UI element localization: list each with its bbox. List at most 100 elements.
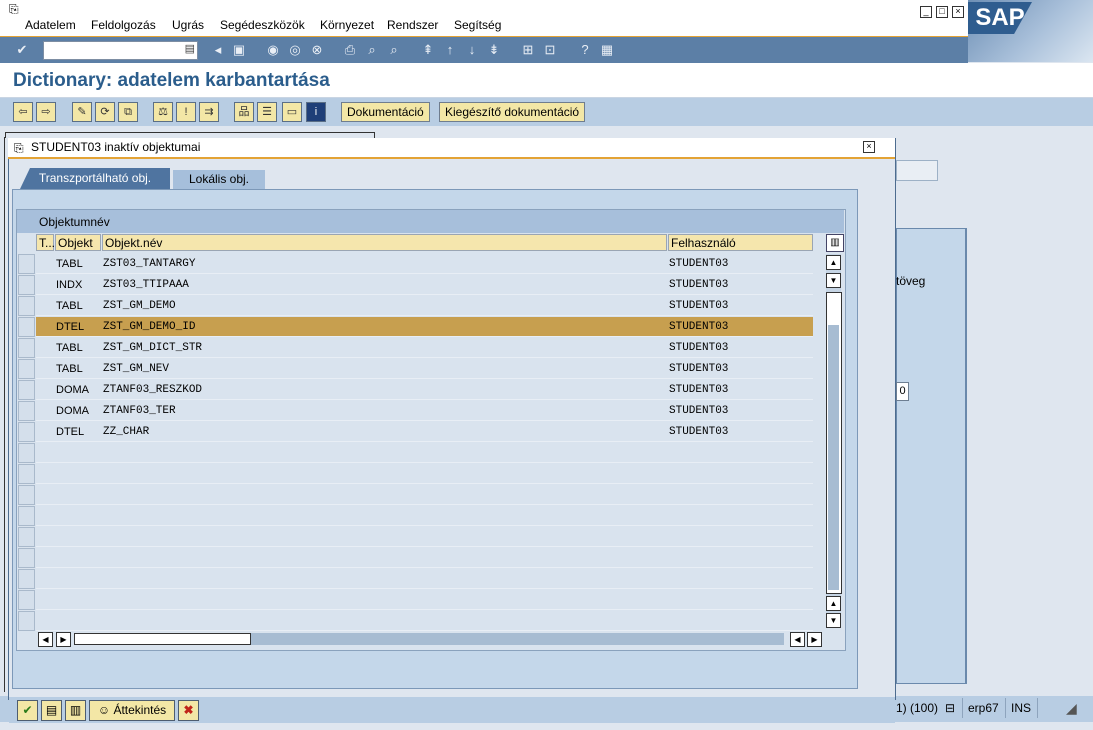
first-page-icon[interactable]: ⇞ bbox=[420, 42, 436, 58]
maximize-icon[interactable]: □ bbox=[936, 6, 948, 18]
new-session-icon[interactable]: ⊞ bbox=[520, 42, 536, 58]
vertical-scroll-track[interactable] bbox=[828, 325, 839, 590]
supplementary-documentation-button[interactable]: Kiegészítő dokumentáció bbox=[439, 102, 586, 122]
background-small-field[interactable]: 0 bbox=[896, 382, 909, 401]
menu-ugras[interactable]: Ugrás bbox=[172, 18, 204, 32]
activate-icon[interactable]: ! bbox=[176, 102, 196, 122]
back-arrow-icon[interactable]: ⇦ bbox=[13, 102, 33, 122]
row-selector[interactable] bbox=[18, 590, 35, 610]
previous-page-icon[interactable]: ↑ bbox=[442, 42, 458, 58]
save-icon[interactable]: ▣ bbox=[231, 42, 247, 58]
documentation-button[interactable]: Dokumentáció bbox=[341, 102, 430, 122]
row-selector[interactable] bbox=[18, 443, 35, 463]
row-selector[interactable] bbox=[18, 317, 35, 337]
command-field-dropdown-icon[interactable]: ▤ bbox=[185, 42, 195, 55]
table-row bbox=[36, 485, 813, 505]
scroll-right-icon[interactable]: ▶ bbox=[807, 632, 822, 647]
where-used-icon[interactable]: ⇉ bbox=[199, 102, 219, 122]
back-icon[interactable]: ◉ bbox=[265, 42, 281, 58]
help-icon[interactable]: ? bbox=[577, 42, 593, 58]
tab-local[interactable]: Lokális obj. bbox=[173, 170, 265, 189]
check-icon[interactable]: ⚖ bbox=[153, 102, 173, 122]
back-arrow-icon[interactable]: ◂ bbox=[210, 42, 226, 58]
cell-object-name: ZST_GM_DEMO bbox=[103, 300, 176, 312]
scroll-down-icon[interactable]: ▼ bbox=[826, 613, 841, 628]
dialog-close-icon[interactable]: × bbox=[863, 141, 875, 153]
close-icon[interactable]: × bbox=[952, 6, 964, 18]
enter-check-icon[interactable]: ✔ bbox=[14, 42, 30, 58]
row-selector[interactable] bbox=[18, 296, 35, 316]
scroll-up-icon[interactable]: ▲ bbox=[826, 596, 841, 611]
last-page-icon[interactable]: ⇟ bbox=[486, 42, 502, 58]
layout-menu-icon[interactable]: ▦ bbox=[599, 42, 615, 58]
select-all-icon[interactable]: ▤ bbox=[41, 700, 62, 721]
find-next-icon[interactable]: ⌕ bbox=[386, 42, 402, 58]
status-insert-mode[interactable]: INS bbox=[1005, 698, 1037, 718]
row-selector[interactable] bbox=[18, 359, 35, 379]
deselect-all-icon[interactable]: ▥ bbox=[65, 700, 86, 721]
scroll-down-icon[interactable]: ▼ bbox=[826, 273, 841, 288]
overview-button[interactable]: ☺ Áttekintés bbox=[89, 700, 175, 721]
dialog-menu-icon[interactable]: ⎘ bbox=[14, 141, 24, 156]
cancel-icon[interactable]: ⊗ bbox=[309, 42, 325, 58]
row-selector[interactable] bbox=[18, 254, 35, 274]
status-empty-cell bbox=[1037, 698, 1063, 718]
row-selector[interactable] bbox=[18, 527, 35, 547]
cell-object-name: ZST03_TANTARGY bbox=[103, 258, 196, 270]
scroll-left-icon[interactable]: ◀ bbox=[38, 632, 53, 647]
window-menu-icon[interactable]: ⎘ bbox=[9, 2, 19, 17]
minimize-icon[interactable]: _ bbox=[920, 6, 932, 18]
row-selector[interactable] bbox=[18, 569, 35, 589]
row-selector[interactable] bbox=[18, 401, 35, 421]
info-icon[interactable]: i bbox=[306, 102, 326, 122]
column-header-felhasznalo[interactable]: Felhasználó bbox=[668, 234, 813, 251]
column-header-objekt[interactable]: Objekt bbox=[55, 234, 101, 251]
dialog-title: STUDENT03 inaktív objektumai bbox=[31, 140, 201, 154]
scroll-left-icon[interactable]: ◀ bbox=[790, 632, 805, 647]
window-icon[interactable]: ▭ bbox=[282, 102, 302, 122]
display-object-list-icon[interactable]: ☰ bbox=[257, 102, 277, 122]
column-settings-icon[interactable]: ▥ bbox=[826, 234, 844, 252]
horizontal-scroll-thumb[interactable] bbox=[74, 633, 251, 645]
active-inactive-icon[interactable]: ⟳ bbox=[95, 102, 115, 122]
row-selector[interactable] bbox=[18, 611, 35, 631]
hierarchy-icon[interactable]: 品 bbox=[234, 102, 254, 122]
other-object-icon[interactable]: ⧉ bbox=[118, 102, 138, 122]
resize-grip-icon[interactable]: ◢ bbox=[1066, 698, 1077, 718]
row-selector[interactable] bbox=[18, 380, 35, 400]
row-selector[interactable] bbox=[18, 422, 35, 442]
status-system-info-icon[interactable]: ⊟ bbox=[942, 698, 958, 718]
column-header-objekt-nev[interactable]: Objekt.név bbox=[102, 234, 667, 251]
menu-feldolgozas[interactable]: Feldolgozás bbox=[91, 18, 156, 32]
cell-object-name: ZZ_CHAR bbox=[103, 426, 150, 438]
scroll-up-icon[interactable]: ▲ bbox=[826, 255, 841, 270]
next-page-icon[interactable]: ↓ bbox=[464, 42, 480, 58]
exit-icon[interactable]: ◎ bbox=[287, 42, 303, 58]
row-selector[interactable] bbox=[18, 548, 35, 568]
menu-segitseg[interactable]: Segítség bbox=[454, 18, 501, 32]
menu-adatelem[interactable]: Adatelem bbox=[25, 18, 76, 32]
row-selector[interactable] bbox=[18, 275, 35, 295]
cancel-x-icon[interactable]: ✖ bbox=[178, 700, 199, 721]
column-header-t[interactable]: T... bbox=[36, 234, 55, 251]
forward-arrow-icon[interactable]: ⇨ bbox=[36, 102, 56, 122]
row-selector[interactable] bbox=[18, 506, 35, 526]
background-input-field[interactable] bbox=[896, 160, 938, 181]
menu-kornyezet[interactable]: Környezet bbox=[320, 18, 374, 32]
tab-transportable[interactable]: Transzportálható obj. bbox=[20, 168, 170, 189]
menu-rendszer[interactable]: Rendszer bbox=[387, 18, 438, 32]
command-field[interactable]: ▤ bbox=[43, 41, 198, 60]
grid-title: Objektumnév bbox=[39, 215, 110, 229]
print-icon[interactable]: ⎙ bbox=[342, 42, 358, 58]
scroll-right-icon[interactable]: ▶ bbox=[56, 632, 71, 647]
display-change-icon[interactable]: ✎ bbox=[72, 102, 92, 122]
overview-person-icon: ☺ bbox=[97, 703, 114, 717]
row-selector[interactable] bbox=[18, 485, 35, 505]
find-icon[interactable]: ⌕ bbox=[364, 42, 380, 58]
row-selector[interactable] bbox=[18, 464, 35, 484]
menu-segedeszkozok[interactable]: Segédeszközök bbox=[220, 18, 305, 32]
cell-object-name: ZST_GM_DICT_STR bbox=[103, 342, 203, 354]
continue-check-icon[interactable]: ✔ bbox=[17, 700, 38, 721]
shortcut-icon[interactable]: ⊡ bbox=[542, 42, 558, 58]
row-selector[interactable] bbox=[18, 338, 35, 358]
